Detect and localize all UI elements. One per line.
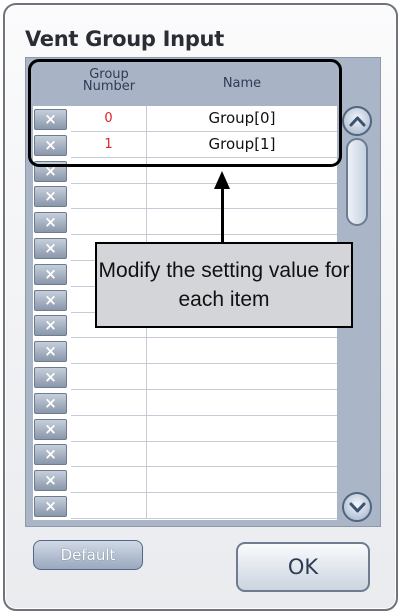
group-name-cell[interactable] (147, 209, 337, 236)
scroll-down-button[interactable] (342, 492, 372, 522)
delete-row-button[interactable]: × (34, 418, 67, 440)
group-number-cell[interactable] (71, 493, 147, 519)
group-number-cell[interactable] (71, 441, 147, 468)
group-name-cell[interactable] (147, 364, 337, 390)
table-row: × (33, 389, 337, 416)
group-name-cell[interactable] (147, 441, 337, 468)
group-name-cell[interactable] (147, 416, 337, 442)
table-row: × (33, 338, 337, 365)
group-number-cell[interactable] (71, 415, 147, 442)
group-number-cell[interactable] (71, 389, 147, 416)
scroll-up-button[interactable] (342, 106, 372, 136)
group-number-cell[interactable] (71, 209, 147, 236)
delete-row-button[interactable]: × (34, 315, 67, 337)
table-row: × (33, 364, 337, 390)
group-name-cell[interactable] (147, 467, 337, 494)
group-number-cell[interactable] (71, 338, 147, 365)
annotation-arrow-line (221, 188, 224, 244)
annotation-callout: Modify the setting value for each item (95, 242, 353, 328)
chevron-up-icon (349, 116, 366, 127)
annotation-arrow-head (214, 171, 230, 189)
group-number-cell[interactable] (71, 183, 147, 210)
delete-row-button[interactable]: × (34, 444, 67, 466)
scrollbar-thumb[interactable] (346, 138, 368, 226)
group-name-cell[interactable] (147, 390, 337, 416)
group-number-cell[interactable] (71, 364, 147, 390)
group-number-cell[interactable] (71, 467, 147, 494)
delete-row-button[interactable]: × (34, 263, 67, 285)
table-row: × (33, 467, 337, 494)
default-button[interactable]: Default (33, 540, 143, 570)
ok-button[interactable]: OK (236, 542, 370, 592)
delete-row-button[interactable]: × (34, 470, 67, 492)
delete-row-button[interactable]: × (34, 496, 67, 517)
delete-row-button[interactable]: × (34, 186, 67, 208)
highlight-frame (28, 59, 342, 167)
table-row: × (33, 441, 337, 468)
group-name-cell[interactable] (147, 338, 337, 365)
table-row: × (33, 493, 337, 519)
delete-row-button[interactable]: × (34, 212, 67, 234)
table-row: × (33, 209, 337, 236)
table-row: × (33, 183, 337, 210)
delete-row-button[interactable]: × (34, 392, 67, 414)
group-name-cell[interactable] (147, 183, 337, 210)
chevron-down-icon (349, 502, 366, 513)
delete-row-button[interactable]: × (34, 341, 67, 363)
delete-row-button[interactable]: × (34, 367, 67, 388)
delete-row-button[interactable]: × (34, 238, 67, 259)
group-name-cell[interactable] (147, 493, 337, 519)
dialog-title: Vent Group Input (25, 27, 224, 51)
table-row: × (33, 415, 337, 442)
delete-row-button[interactable]: × (34, 289, 67, 311)
